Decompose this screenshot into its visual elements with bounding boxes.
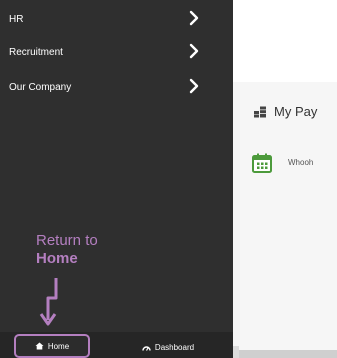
- tab-home[interactable]: Home: [14, 334, 90, 358]
- content-header: [233, 0, 337, 82]
- tab-dashboard-label: Dashboard: [154, 342, 195, 352]
- sidebar-item-recruitment[interactable]: Recruitment: [0, 39, 233, 65]
- tab-dashboard[interactable]: Dashboard: [118, 338, 218, 356]
- horizontal-scrollbar[interactable]: [233, 350, 337, 358]
- chevron-right-icon: [186, 43, 202, 59]
- dashboard-icon: [142, 344, 151, 351]
- sidebar-item-label: Our Company: [9, 81, 72, 93]
- chevron-right-icon: [186, 78, 202, 94]
- sidebar-item-label: HR: [9, 13, 24, 25]
- return-home-annotation: Return to Home: [36, 232, 126, 268]
- sidebar: HR Recruitment Our Company Return to Hom…: [0, 0, 233, 358]
- content-area: [233, 82, 337, 358]
- scrollbar-left-arrow[interactable]: [233, 346, 239, 358]
- home-icon: [35, 342, 44, 350]
- tab-home-label: Home: [47, 341, 70, 351]
- annotation-line-2: Home: [36, 250, 78, 267]
- annotation-line-1: Return to: [36, 232, 98, 249]
- annotation-arrow-icon: [30, 276, 70, 328]
- sidebar-item-label: Recruitment: [9, 46, 63, 58]
- chevron-right-icon: [186, 10, 202, 26]
- sidebar-item-our-company[interactable]: Our Company: [0, 74, 233, 100]
- money-icon: [254, 106, 268, 118]
- calendar-text: Whooh: [288, 158, 314, 167]
- sidebar-item-hr[interactable]: HR: [0, 6, 233, 32]
- my-pay-title[interactable]: My Pay: [254, 104, 317, 119]
- calendar-icon: [252, 153, 272, 173]
- my-pay-label: My Pay: [274, 104, 318, 119]
